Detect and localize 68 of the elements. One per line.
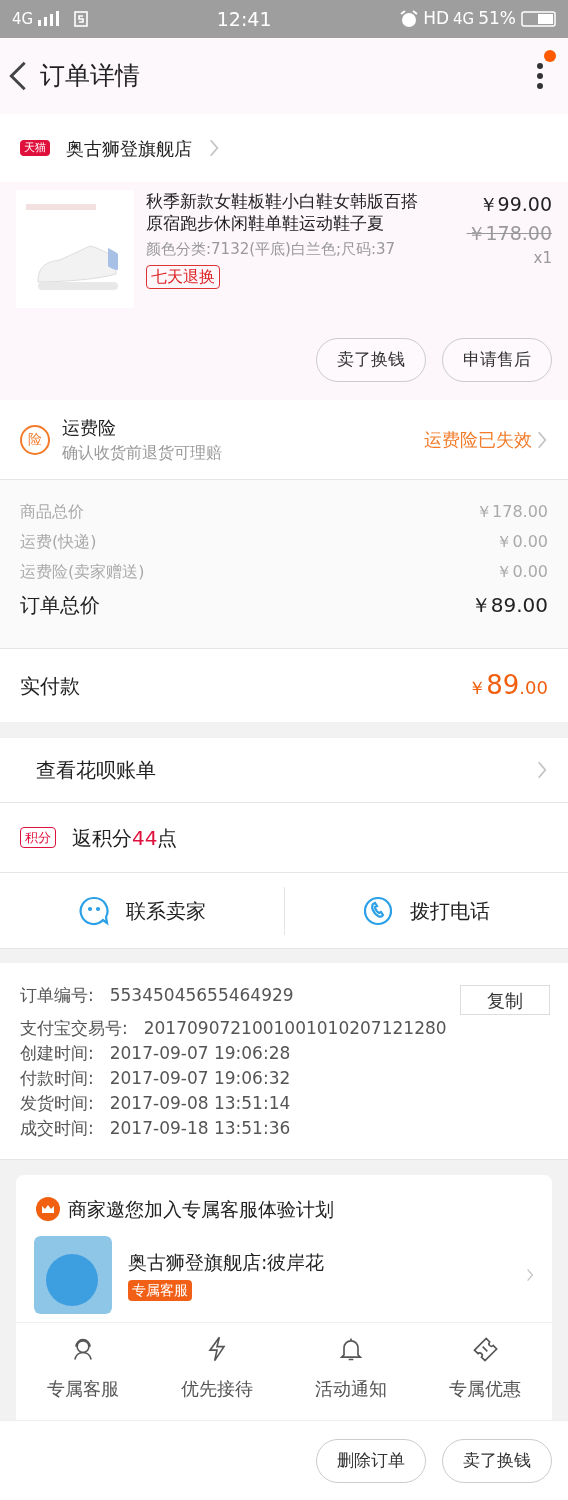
more-icon[interactable] <box>536 62 544 90</box>
info-label: 订单编号: <box>20 984 94 1007</box>
cost-value: ￥0.00 <box>496 561 548 583</box>
info-value: 2017-09-07 19:06:32 <box>109 1067 291 1090</box>
clock-time: 12:41 <box>215 6 273 32</box>
page-title: 订单详情 <box>40 60 140 93</box>
insurance-title: 运费险 <box>62 416 117 440</box>
insurance-subtitle: 确认收货前退货可理赔 <box>62 442 223 464</box>
network-label: 4G <box>453 8 475 30</box>
paid-amount: ￥89.00 <box>468 669 548 702</box>
product-price: ￥99.00 <box>478 192 552 217</box>
smiley-chat-icon <box>77 894 110 927</box>
quantity: x1 <box>533 248 552 269</box>
perk-button[interactable]: 专属客服 <box>16 1334 150 1402</box>
back-icon[interactable] <box>8 60 28 92</box>
product-spec: 颜色分类:7132(平底)白兰色;尺码:37 <box>146 239 397 260</box>
cost-label: 订单总价 <box>20 592 100 619</box>
info-label: 成交时间: <box>20 1117 94 1140</box>
chevron-right-icon <box>536 760 548 780</box>
info-label: 发货时间: <box>20 1092 94 1115</box>
contact-button[interactable]: 拨打电话 <box>283 886 568 935</box>
info-label: 付款时间: <box>20 1067 94 1090</box>
info-value: 2017-09-18 13:51:36 <box>109 1117 291 1140</box>
agent-row[interactable]: 奥古狮登旗舰店:彼岸花 专属客服 <box>16 1235 552 1323</box>
product-title: 秋季新款女鞋板鞋小白鞋女韩版百搭原宿跑步休闲鞋单鞋运动鞋子夏 <box>146 190 419 234</box>
return-policy-tag: 七天退换 <box>146 264 220 289</box>
perk-button[interactable]: 专属优惠 <box>418 1334 552 1402</box>
cost-value: ￥178.00 <box>476 501 548 523</box>
chevron-right-icon <box>208 138 220 158</box>
info-label: 创建时间: <box>20 1042 94 1065</box>
copy-button[interactable]: 复制 <box>460 985 550 1015</box>
phone-icon <box>362 894 395 927</box>
signal-icon <box>37 11 62 27</box>
contact-button[interactable]: 联系卖家 <box>0 886 284 935</box>
insurance-icon: 险 <box>20 424 50 455</box>
pill-button[interactable]: 卖了换钱 <box>316 338 426 382</box>
perk-button[interactable]: 优先接待 <box>150 1334 284 1402</box>
battery-percent: 51% <box>478 7 516 31</box>
crown-icon <box>36 1197 60 1222</box>
alarm-icon <box>399 9 420 29</box>
info-label: 支付宝交易号: <box>20 1017 128 1040</box>
original-price: ￥178.00 <box>466 220 552 246</box>
info-value: 2017090721001001010207121280 <box>143 1017 447 1040</box>
battery-icon <box>520 11 556 27</box>
shop-name[interactable]: 奥古狮登旗舰店 <box>66 134 192 162</box>
pill-button[interactable]: 申请售后 <box>442 338 552 382</box>
perk-button[interactable]: 活动通知 <box>284 1334 418 1402</box>
cost-label: 运费(快递) <box>20 531 97 553</box>
sim-icon <box>73 11 90 27</box>
info-value: 2017-09-08 13:51:14 <box>109 1092 291 1115</box>
huabei-row[interactable]: 查看花呗账单 <box>0 738 568 803</box>
paid-label: 实付款 <box>20 672 80 700</box>
info-value: 55345045655464929 <box>109 984 294 1007</box>
service-title: 商家邀您加入专属客服体验计划 <box>68 1197 334 1222</box>
hd-label: HD <box>423 7 450 31</box>
agent-name: 奥古狮登旗舰店:彼岸花 <box>128 1249 326 1275</box>
cost-label: 商品总价 <box>20 501 84 523</box>
points-text: 返积分44点 <box>72 824 178 852</box>
chevron-right-icon <box>526 1266 534 1283</box>
cost-label: 运费险(卖家赠送) <box>20 561 145 583</box>
cost-value: ￥0.00 <box>496 531 548 553</box>
cost-value: ￥89.00 <box>470 592 548 619</box>
info-value: 2017-09-07 19:06:28 <box>109 1042 291 1065</box>
points-badge: 积分 <box>20 826 56 849</box>
tmall-badge: 天猫 <box>20 139 50 157</box>
chevron-right-icon <box>536 429 548 450</box>
agent-tag: 专属客服 <box>128 1280 192 1302</box>
network-label: 4G <box>12 8 34 30</box>
